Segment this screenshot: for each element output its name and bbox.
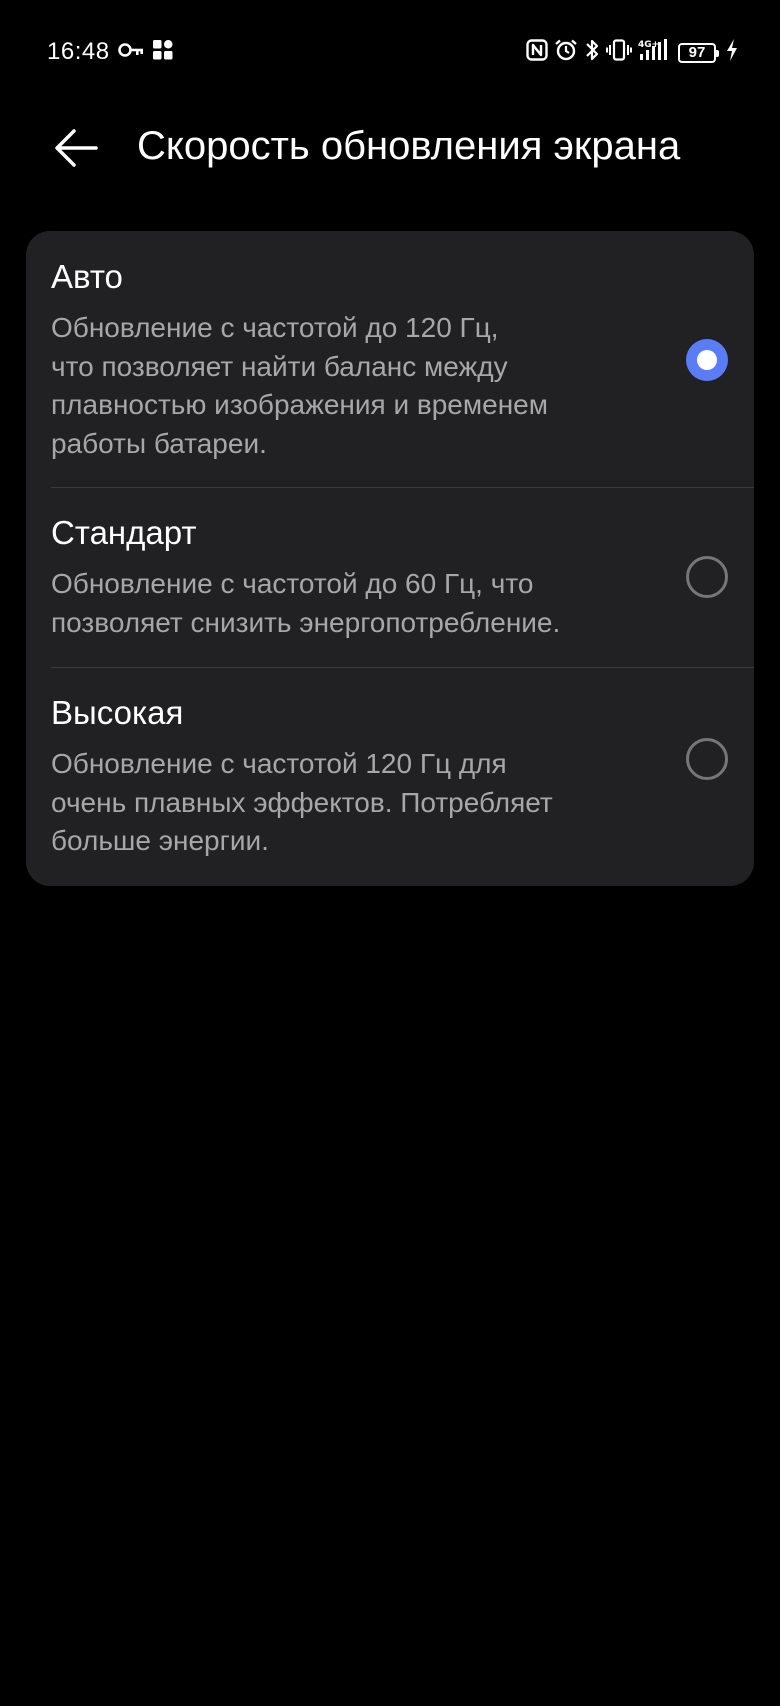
status-right-icons: 4G+ 97 [526,38,738,67]
radio-button[interactable] [686,738,728,780]
option-description: Обновление с частотой до 60 Гц, что позв… [51,568,561,638]
apps-grid-icon [153,40,173,65]
option-description: Обновление с частотой 120 Гц для очень п… [51,748,553,856]
arrow-left-icon [55,129,98,167]
status-left-icons [118,40,173,65]
back-button[interactable] [52,124,100,172]
option-auto[interactable]: Авто Обновление с частотой до 120 Гц, чт… [26,231,754,487]
option-title: Авто [51,258,123,295]
alarm-icon [554,39,578,66]
status-bar: 16:48 4G+ 97 [0,0,780,104]
header: Скорость обновления экрана [0,104,780,208]
battery-level: 97 [688,44,706,61]
signal-4g-icon: 4G+ [638,38,672,67]
svg-text:4G+: 4G+ [638,40,659,50]
option-title: Стандарт [51,514,197,551]
option-standard[interactable]: Стандарт Обновление с частотой до 60 Гц,… [26,488,754,667]
option-high[interactable]: Высокая Обновление с частотой 120 Гц для… [26,668,754,886]
key-icon [118,42,144,63]
charging-icon [726,39,738,66]
radio-button[interactable] [686,556,728,598]
option-description: Обновление с частотой до 120 Гц, что поз… [51,312,548,459]
refresh-rate-options-card: Авто Обновление с частотой до 120 Гц, чт… [26,231,754,886]
bluetooth-icon [584,38,600,67]
option-title: Высокая [51,694,184,731]
page-title: Скорость обновления экрана [137,124,681,168]
status-time: 16:48 [47,38,110,65]
vibrate-icon [606,39,632,66]
nfc-icon [526,39,548,66]
radio-button-checked[interactable] [686,339,728,381]
battery-indicator: 97 [678,42,719,63]
